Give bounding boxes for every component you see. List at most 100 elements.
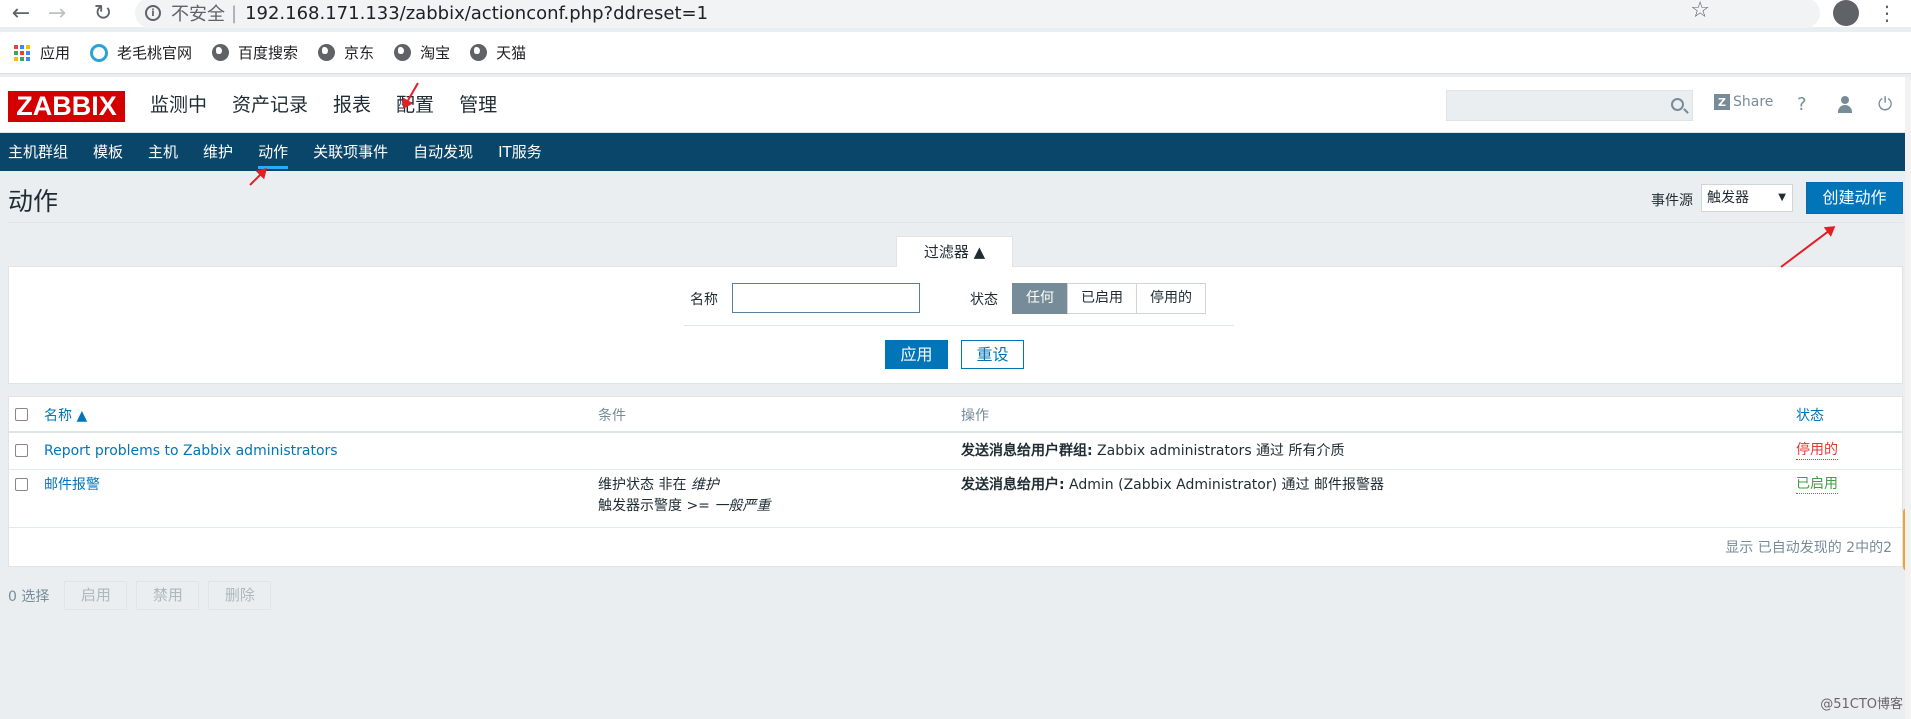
action-name-link[interactable]: 邮件报警 xyxy=(44,475,100,495)
operation-detail: Admin (Zabbix Administrator) 通过 邮件报警器 xyxy=(1064,477,1384,493)
bookmark-label: 淘宝 xyxy=(420,44,451,62)
sub-navigation: 主机群组 模板 主机 维护 动作 关联项事件 自动发现 IT服务 xyxy=(0,133,1911,171)
url-separator: | xyxy=(231,2,238,24)
menu-reports[interactable]: 报表 xyxy=(333,89,371,121)
condition-text: 维护状态 非在 xyxy=(598,477,691,493)
status-option-disabled[interactable]: 停用的 xyxy=(1136,283,1206,314)
selected-count: 0 选择 xyxy=(8,588,50,605)
condition-value: 维护 xyxy=(690,477,719,493)
security-label: 不安全 xyxy=(171,4,225,25)
share-z-icon: Z xyxy=(1714,94,1730,110)
back-icon[interactable]: ← xyxy=(6,0,36,27)
filter-status-radio: 任何 已启用 停用的 xyxy=(1012,283,1206,314)
event-source-label: 事件源 xyxy=(1651,193,1693,209)
submenu-it-services[interactable]: IT服务 xyxy=(498,133,542,171)
globe-icon xyxy=(318,44,336,61)
user-profile-icon[interactable] xyxy=(1837,96,1853,114)
column-name[interactable]: 名称 ▲ xyxy=(44,405,87,425)
bookmark-star-icon[interactable]: ☆ xyxy=(1690,0,1710,23)
annotation-arrow xyxy=(1780,226,1835,268)
site-icon xyxy=(90,43,109,62)
actions-table: 名称 ▲ 条件 操作 状态 Report problems to Zabbix … xyxy=(8,396,1903,567)
page-scrollbar[interactable] xyxy=(1905,77,1911,719)
bookmark-label: 百度搜索 xyxy=(238,44,299,62)
url-text[interactable]: 192.168.171.133/zabbix/actionconf.php?dd… xyxy=(245,3,708,24)
bookmark-laomaotao[interactable]: 老毛桃官网 xyxy=(90,42,192,63)
reset-button[interactable]: 重设 xyxy=(961,340,1024,369)
status-option-any[interactable]: 任何 xyxy=(1012,283,1068,314)
menu-inventory[interactable]: 资产记录 xyxy=(232,89,308,121)
filter-status-label: 状态 xyxy=(970,292,998,308)
bookmark-baidu[interactable]: 百度搜索 xyxy=(212,42,298,63)
logout-icon[interactable]: ⏻ xyxy=(1878,94,1892,115)
operation-type: 发送消息给用户: xyxy=(961,477,1065,493)
globe-icon xyxy=(212,44,230,61)
global-search-input[interactable] xyxy=(1446,90,1693,121)
action-operation: 发送消息给用户: Admin (Zabbix Administrator) 通过… xyxy=(961,475,1384,495)
bookmark-label: 老毛桃官网 xyxy=(117,44,193,62)
bookmark-jd[interactable]: 京东 xyxy=(318,42,374,63)
table-header: 名称 ▲ 条件 操作 状态 xyxy=(9,397,1902,433)
share-label: Share xyxy=(1733,94,1774,110)
enable-button[interactable]: 启用 xyxy=(64,581,128,610)
operation-detail: Zabbix administrators 通过 所有介质 xyxy=(1092,443,1345,459)
submenu-discovery[interactable]: 自动发现 xyxy=(413,133,473,171)
forward-icon[interactable]: → xyxy=(42,0,72,27)
status-toggle[interactable]: 停用的 xyxy=(1796,441,1838,460)
main-menu: 监测中 资产记录 报表 配置 管理 xyxy=(150,89,522,121)
bookmark-taobao[interactable]: 淘宝 xyxy=(394,42,450,63)
info-icon[interactable]: i xyxy=(145,5,161,21)
bookmark-label: 天猫 xyxy=(496,44,527,62)
submenu-hosts[interactable]: 主机 xyxy=(148,133,178,171)
action-condition: 触发器示警度 >= 一般严重 xyxy=(598,496,770,516)
filter-name-input[interactable] xyxy=(732,283,920,313)
filter-toggle-tab[interactable]: 过滤器 ▲ xyxy=(896,236,1013,267)
event-source-select[interactable]: 触发器 xyxy=(1701,184,1793,212)
zabbix-logo[interactable]: ZABBIX xyxy=(8,91,125,122)
status-toggle[interactable]: 已启用 xyxy=(1796,475,1838,494)
apps-grid-icon xyxy=(14,44,30,61)
address-bar[interactable]: i 不安全 | 192.168.171.133/zabbix/actioncon… xyxy=(135,0,1820,28)
top-header: ZABBIX 监测中 资产记录 报表 配置 管理 Z Share ? ⏻ xyxy=(0,77,1911,133)
submenu-maintenance[interactable]: 维护 xyxy=(203,133,233,171)
apply-button[interactable]: 应用 xyxy=(885,340,948,369)
bookmark-apps[interactable]: 应用 xyxy=(14,42,70,63)
submenu-templates[interactable]: 模板 xyxy=(93,133,123,171)
submenu-host-groups[interactable]: 主机群组 xyxy=(8,133,68,171)
disable-button[interactable]: 禁用 xyxy=(136,581,200,610)
mass-action-bar: 0 选择 启用 禁用 删除 xyxy=(8,581,280,610)
column-conditions: 条件 xyxy=(598,408,626,424)
row-checkbox[interactable] xyxy=(15,444,28,457)
select-all-checkbox[interactable] xyxy=(15,408,28,421)
browser-menu-icon[interactable]: ⋮ xyxy=(1877,1,1897,25)
row-divider xyxy=(9,469,1902,470)
reload-icon[interactable]: ↻ xyxy=(88,0,118,27)
delete-button[interactable]: 删除 xyxy=(208,581,272,610)
profile-avatar-icon[interactable] xyxy=(1833,0,1859,26)
column-status[interactable]: 状态 xyxy=(1796,405,1824,425)
menu-monitoring[interactable]: 监测中 xyxy=(150,89,207,121)
condition-value: 一般严重 xyxy=(714,498,771,514)
bookmark-tmall[interactable]: 天猫 xyxy=(470,42,526,63)
row-divider xyxy=(9,527,1902,528)
filter-divider xyxy=(684,325,1234,326)
action-operation: 发送消息给用户群组: Zabbix administrators 通过 所有介质 xyxy=(961,441,1345,461)
browser-toolbar: ← → ↻ i 不安全 | 192.168.171.133/zabbix/act… xyxy=(0,0,1911,28)
column-operations: 操作 xyxy=(961,408,989,424)
row-checkbox[interactable] xyxy=(15,478,28,491)
help-icon[interactable]: ? xyxy=(1797,94,1807,115)
menu-administration[interactable]: 管理 xyxy=(459,89,497,121)
status-option-enabled[interactable]: 已启用 xyxy=(1067,283,1137,314)
create-action-button[interactable]: 创建动作 xyxy=(1806,182,1903,214)
action-name-link[interactable]: Report problems to Zabbix administrators xyxy=(44,441,338,461)
watermark-text: @51CTO博客 xyxy=(1820,697,1903,712)
page-title: 动作 xyxy=(8,187,59,216)
share-link[interactable]: Z Share xyxy=(1714,94,1773,110)
bookmark-label: 应用 xyxy=(40,44,71,62)
operation-type: 发送消息给用户群组: xyxy=(961,443,1093,459)
table-paging-info: 显示 已自动发现的 2中的2 xyxy=(1725,540,1892,556)
condition-text: 触发器示警度 >= xyxy=(598,498,715,514)
header-divider xyxy=(8,222,1903,223)
search-icon[interactable] xyxy=(1671,98,1684,111)
submenu-event-correlation[interactable]: 关联项事件 xyxy=(313,133,388,171)
